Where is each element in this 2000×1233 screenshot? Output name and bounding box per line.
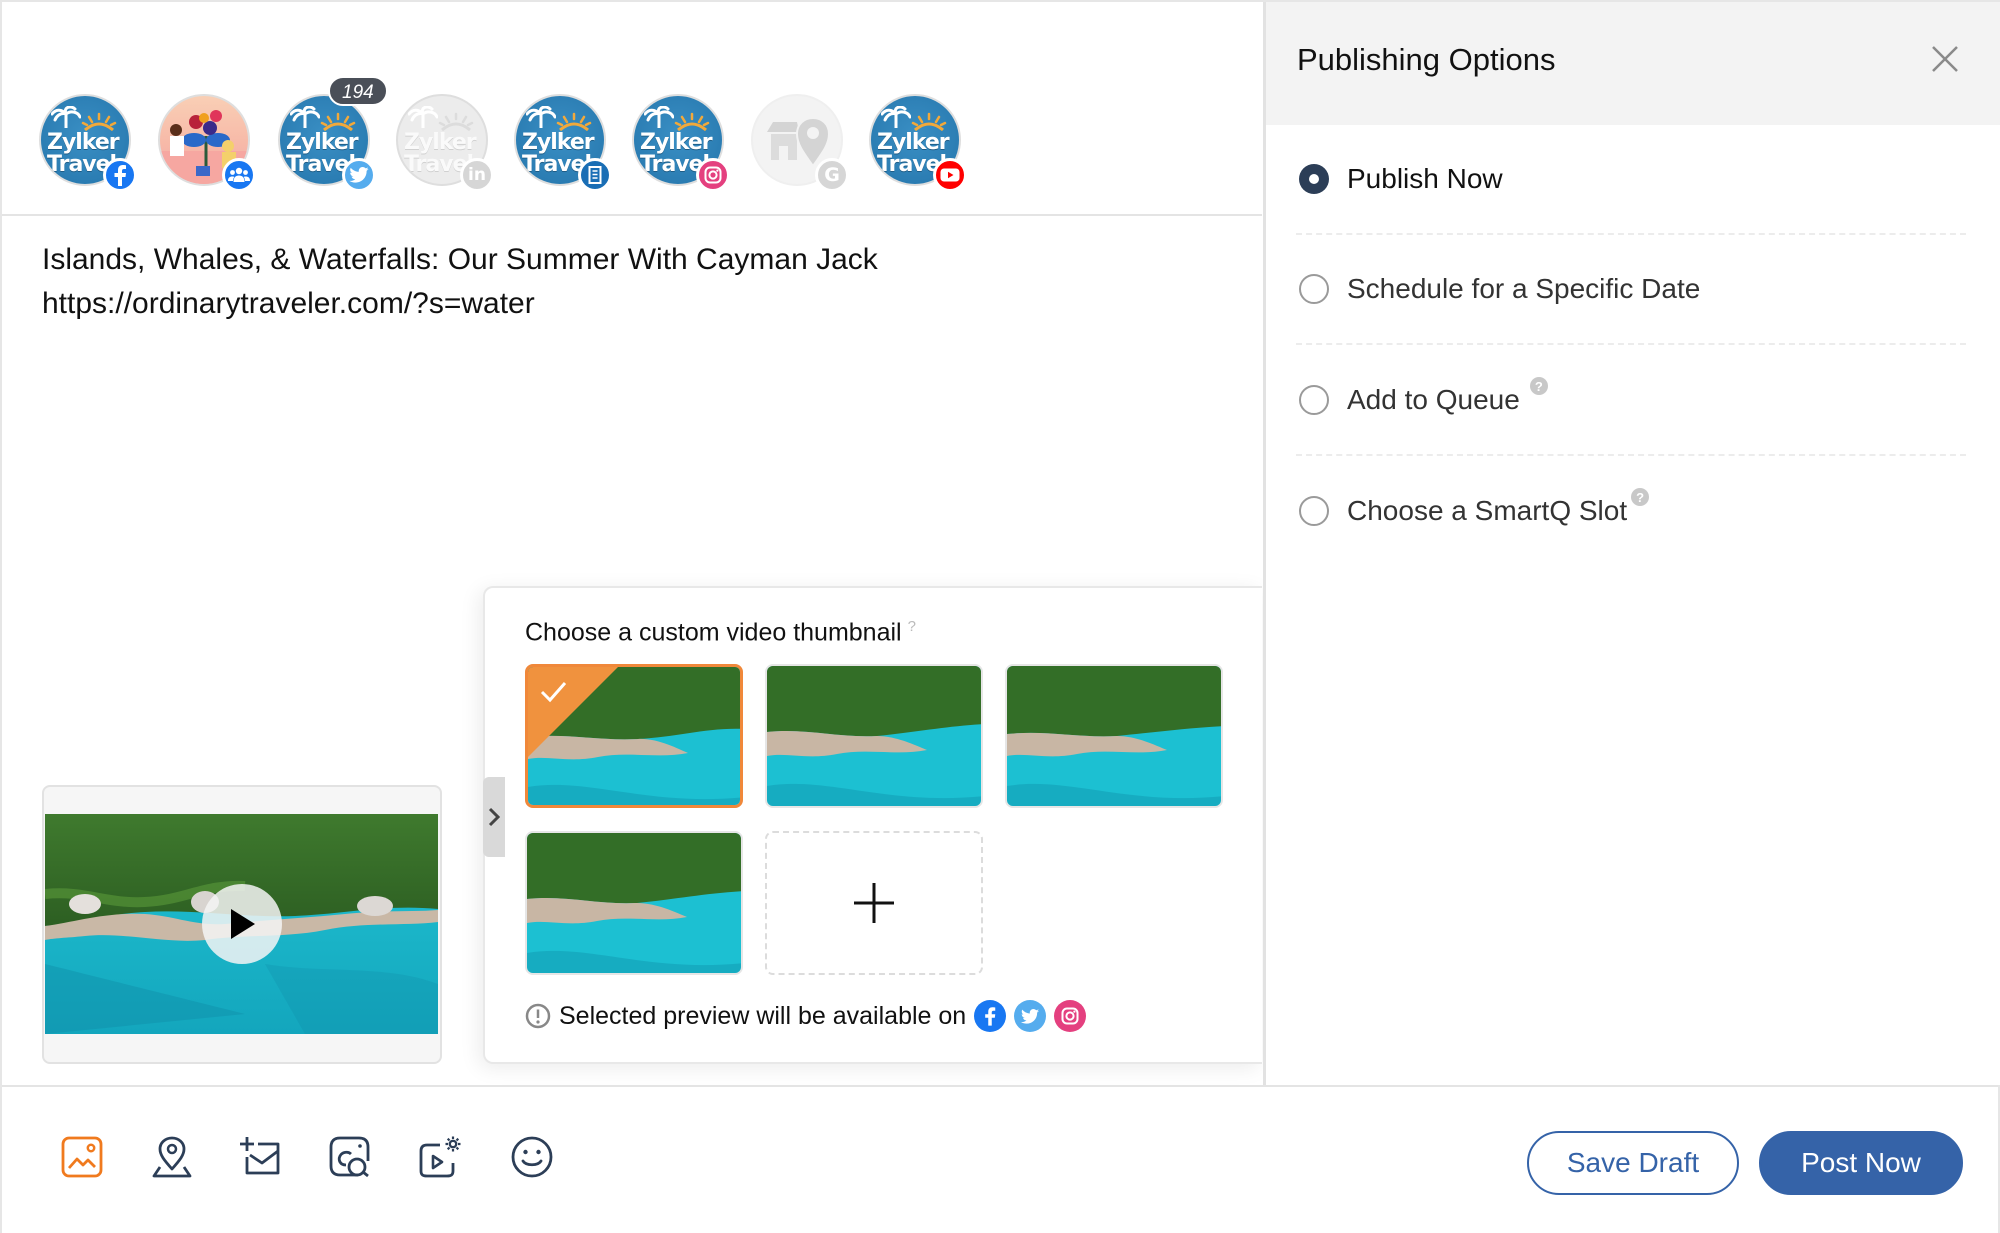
radio-schedule-date[interactable] bbox=[1299, 274, 1329, 304]
account-avatar-facebook[interactable]: Zylker Travel bbox=[39, 94, 137, 192]
option-smartq-slot[interactable]: Choose a SmartQ Slot ? bbox=[1299, 486, 1969, 536]
thumbnail-option-4[interactable] bbox=[525, 831, 743, 975]
account-avatar-linkedin-page[interactable]: Zylker Travel bbox=[514, 94, 612, 192]
thumbnail-image bbox=[1007, 666, 1221, 806]
option-schedule-date[interactable]: Schedule for a Specific Date bbox=[1299, 264, 1969, 314]
thumbnail-option-3[interactable] bbox=[1005, 664, 1223, 808]
composer-footer: Save Draft Post Now bbox=[2, 1085, 1998, 1233]
account-avatar-instagram[interactable]: Zylker Travel bbox=[632, 94, 730, 192]
add-thumbnail-button[interactable] bbox=[765, 831, 983, 975]
divider bbox=[1296, 454, 1966, 456]
post-title-line: Islands, Whales, & Waterfalls: Our Summe… bbox=[42, 243, 878, 276]
post-url-line: https://ordinarytraveler.com/?s=water bbox=[42, 287, 535, 320]
thumbnail-picker-title: Choose a custom video thumbnail? bbox=[525, 618, 916, 647]
divider bbox=[1296, 343, 1966, 345]
thumbnail-option-1[interactable] bbox=[525, 664, 743, 808]
checkmark-icon bbox=[540, 682, 567, 703]
google-icon: G bbox=[815, 158, 849, 192]
play-icon bbox=[230, 909, 255, 939]
thumbnail-image bbox=[527, 833, 741, 973]
post-count-badge: 194 bbox=[328, 76, 388, 106]
youtube-icon bbox=[933, 158, 967, 192]
account-avatar-youtube[interactable]: Zylker Travel bbox=[869, 94, 967, 192]
compose-window: Zylker Travel Zylker Travel 194 Zylker T… bbox=[0, 0, 2000, 1233]
play-button[interactable] bbox=[201, 884, 282, 964]
thumbnail-option-2[interactable] bbox=[765, 664, 983, 808]
media-library-icon[interactable] bbox=[328, 1135, 372, 1179]
add-message-icon[interactable] bbox=[238, 1135, 282, 1179]
help-icon[interactable]: ? bbox=[908, 618, 916, 635]
close-icon[interactable] bbox=[1930, 44, 1960, 74]
post-now-button[interactable]: Post Now bbox=[1759, 1131, 1963, 1195]
info-alert-icon bbox=[525, 1003, 551, 1029]
facebook-icon bbox=[974, 1000, 1007, 1032]
thumbnail-picker-popup: Choose a custom video thumbnail? Selecte… bbox=[483, 586, 1262, 1064]
account-avatar-facebook-group[interactable] bbox=[158, 94, 256, 192]
thumbnail-image bbox=[767, 666, 981, 806]
collapse-thumbnail-panel-button[interactable] bbox=[483, 777, 505, 857]
publishing-options-panel: Publishing Options Publish Now Schedule … bbox=[1263, 2, 2000, 1085]
save-draft-button[interactable]: Save Draft bbox=[1527, 1131, 1739, 1195]
composer: Zylker Travel Zylker Travel 194 Zylker T… bbox=[2, 2, 1262, 1085]
video-preview[interactable] bbox=[45, 814, 438, 1034]
divider bbox=[1296, 233, 1966, 235]
linkedin-icon: in bbox=[460, 158, 494, 192]
group-icon bbox=[222, 158, 256, 192]
video-preview-card bbox=[42, 785, 442, 1064]
radio-smartq-slot[interactable] bbox=[1299, 496, 1329, 526]
help-icon[interactable]: ? bbox=[1631, 488, 1650, 506]
note-text: Selected preview will be available on bbox=[559, 1001, 967, 1030]
instagram-icon bbox=[696, 158, 730, 192]
radio-publish-now[interactable] bbox=[1299, 164, 1329, 194]
video-settings-icon[interactable] bbox=[417, 1135, 461, 1179]
twitter-icon bbox=[342, 158, 376, 192]
emoji-icon[interactable] bbox=[510, 1135, 554, 1179]
help-icon[interactable]: ? bbox=[1529, 377, 1548, 395]
post-text-editor[interactable]: Islands, Whales, & Waterfalls: Our Summe… bbox=[42, 238, 878, 326]
image-upload-icon[interactable] bbox=[60, 1135, 104, 1179]
account-avatar-linkedin[interactable]: Zylker Travel in bbox=[396, 94, 494, 192]
instagram-icon bbox=[1054, 1000, 1087, 1032]
chevron-right-icon bbox=[488, 807, 500, 827]
facebook-icon bbox=[103, 158, 137, 192]
option-add-to-queue[interactable]: Add to Queue ? bbox=[1299, 375, 1969, 425]
preview-availability-note: Selected preview will be available on bbox=[525, 1000, 1087, 1032]
location-icon[interactable] bbox=[150, 1135, 194, 1179]
radio-add-to-queue[interactable] bbox=[1299, 385, 1329, 415]
account-avatar-twitter[interactable]: Zylker Travel 194 bbox=[278, 76, 388, 192]
account-selector: Zylker Travel Zylker Travel 194 Zylker T… bbox=[2, 2, 1262, 216]
account-avatar-google-business[interactable]: G bbox=[751, 94, 849, 192]
company-page-icon bbox=[578, 158, 612, 192]
option-publish-now[interactable]: Publish Now bbox=[1299, 154, 1969, 204]
panel-title: Publishing Options bbox=[1297, 42, 1556, 77]
plus-icon bbox=[854, 883, 894, 923]
twitter-icon bbox=[1014, 1000, 1047, 1032]
panel-header: Publishing Options bbox=[1266, 2, 2000, 125]
